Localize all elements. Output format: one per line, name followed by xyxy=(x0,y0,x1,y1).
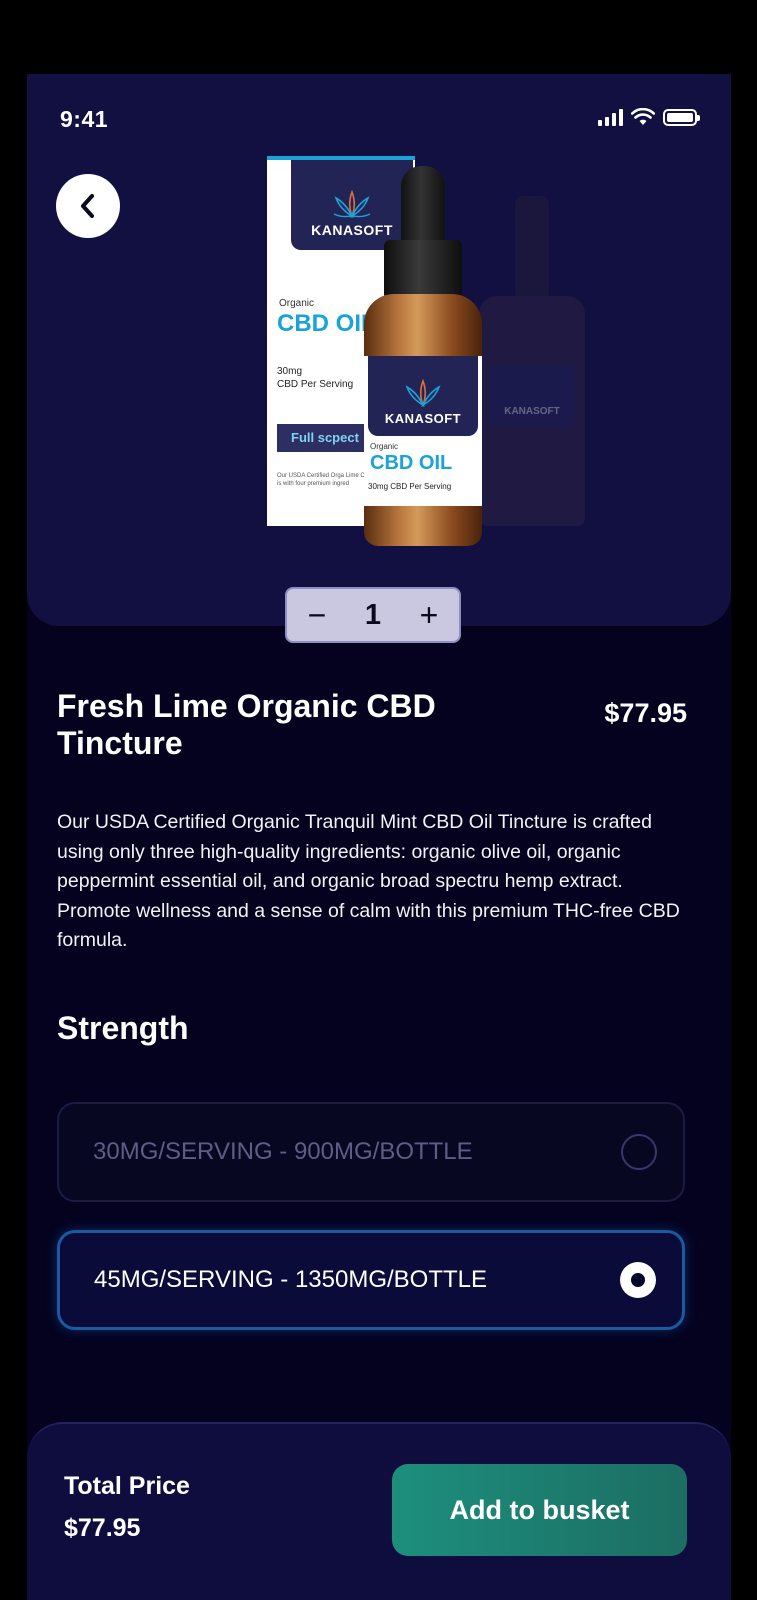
bottle-label: KANASOFT Organic CBD OIL 30mg CBD Per Se… xyxy=(364,356,482,506)
product-detail-screen: 9:41 KANASOFT Organic CBD OIL 30mg CBD P… xyxy=(27,74,731,1600)
product-image: KANASOFT Organic CBD OIL 30mg CBD Per Se… xyxy=(267,156,587,626)
radio-selected-icon[interactable] xyxy=(620,1262,656,1298)
total-price-value: $77.95 xyxy=(64,1514,141,1542)
product-title: Fresh Lime Organic CBD Tincture xyxy=(57,688,436,761)
total-price-label: Total Price xyxy=(64,1472,190,1500)
strength-option-label: 30MG/SERVING - 900MG/BOTTLE xyxy=(93,1138,473,1165)
quantity-stepper: − 1 + xyxy=(285,587,461,643)
decrease-quantity-button[interactable]: − xyxy=(303,599,331,631)
box-organic-text: Organic xyxy=(279,298,315,309)
cellular-signal-icon xyxy=(598,108,623,126)
status-icons xyxy=(598,108,700,126)
strength-option-30mg[interactable]: 30MG/SERVING - 900MG/BOTTLE xyxy=(57,1102,685,1202)
bottle-logo-badge: KANASOFT xyxy=(368,356,478,436)
bottle-cbd-text: CBD OIL xyxy=(370,452,453,474)
increase-quantity-button[interactable]: + xyxy=(415,599,443,631)
dropper-cap xyxy=(384,240,462,300)
checkout-footer: Total Price $77.95 Add to busket xyxy=(27,1422,731,1600)
bottle-brand-text: KANASOFT xyxy=(384,411,462,426)
bottle-organic-text: Organic xyxy=(370,442,399,451)
cannabis-leaf-icon xyxy=(405,379,441,408)
chevron-left-icon xyxy=(81,194,94,218)
box-cbd-text: CBD OIL xyxy=(277,310,376,337)
background-bottle: KANASOFT xyxy=(479,196,585,526)
box-dosage-amount: 30mg xyxy=(277,366,303,377)
battery-icon xyxy=(663,108,700,126)
strength-option-label: 45MG/SERVING - 1350MG/BOTTLE xyxy=(94,1266,488,1293)
product-description: Our USDA Certified Organic Tranquil Mint… xyxy=(57,811,680,951)
status-time: 9:41 xyxy=(60,106,109,132)
wifi-icon xyxy=(631,108,655,125)
dropper-bottle: KANASOFT Organic CBD OIL 30mg CBD Per Se… xyxy=(364,166,482,546)
strength-option-45mg[interactable]: 45MG/SERVING - 1350MG/BOTTLE xyxy=(57,1230,685,1330)
box-dosage-text: 30mg CBD Per Serving xyxy=(277,365,353,391)
back-button[interactable] xyxy=(56,174,120,238)
quantity-value: 1 xyxy=(364,598,382,631)
radio-unselected-icon[interactable] xyxy=(621,1134,657,1170)
strength-heading: Strength xyxy=(57,1010,189,1046)
product-price: $77.95 xyxy=(604,698,687,728)
box-dosage-unit: CBD Per Serving xyxy=(277,379,354,390)
dropper-bulb xyxy=(401,166,445,246)
product-hero: 9:41 KANASOFT Organic CBD OIL 30mg CBD P… xyxy=(27,74,731,626)
add-to-basket-button[interactable]: Add to busket xyxy=(392,1464,687,1556)
bottle-dosage-text: 30mg CBD Per Serving xyxy=(368,482,452,491)
ghost-brand-text: KANASOFT xyxy=(489,366,575,426)
